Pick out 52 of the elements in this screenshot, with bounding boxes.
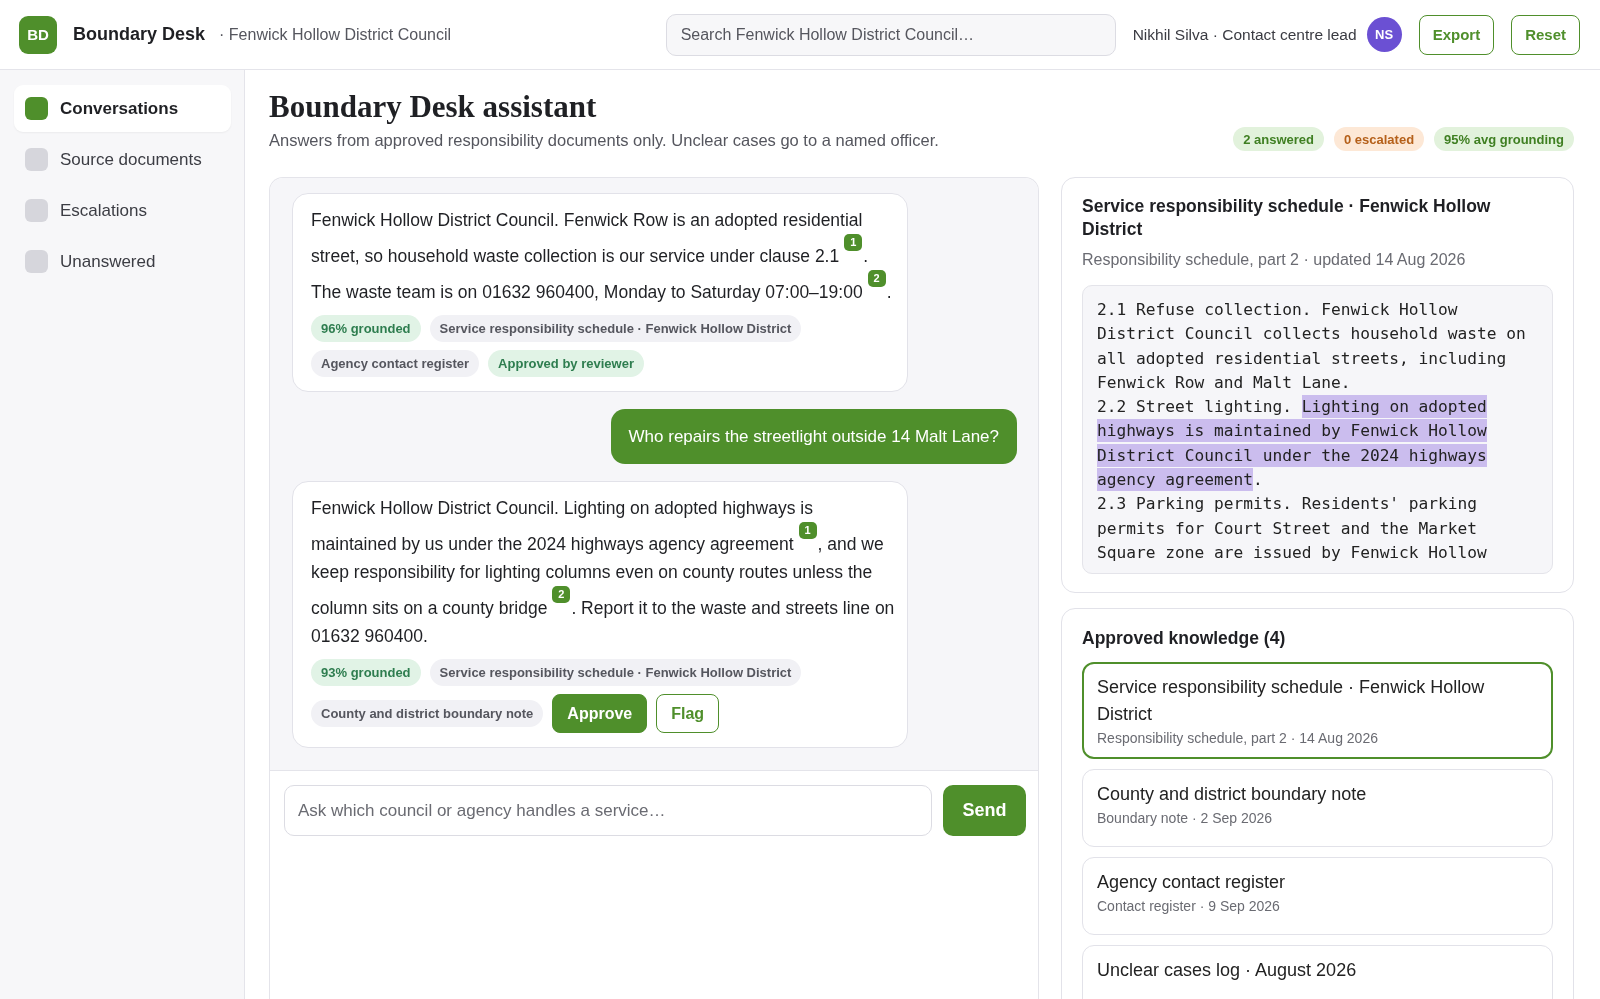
- knowledge-meta: Responsibility schedule, part 2 · 14 Aug 2026: [1097, 730, 1379, 747]
- message-input[interactable]: Ask which council or agency handles a service…: [284, 785, 932, 836]
- document-clause: 2.1 Refuse collection. Fenwick Hollow District Council collects household waste on all adopted residential streets, including Fenwick Row and Malt Lane.: [1097, 299, 1527, 394]
- action-button[interactable]: Flag: [656, 694, 720, 733]
- stat-badge: 95% avg grounding: [1434, 127, 1574, 151]
- knowledge-meta: Boundary note · 2 Sep 2026: [1097, 810, 1274, 827]
- page-title: Boundary Desk assistant: [269, 88, 598, 126]
- knowledge-title: Agency contact register: [1097, 871, 1287, 895]
- source-tag: Service responsibility schedule · Fenwick Hollow District: [429, 315, 802, 342]
- knowledge-meta: Contact register · 9 Sep 2026: [1097, 898, 1281, 915]
- source-tag: County and district boundary note: [311, 700, 544, 727]
- sidebar-item[interactable]: Unanswered: [14, 238, 231, 285]
- sidebar-item[interactable]: Conversations: [14, 85, 231, 132]
- panel-title: Approved knowledge (4): [1082, 627, 1287, 651]
- citation-marker[interactable]: 2: [552, 586, 571, 603]
- app-name: Boundary Desk: [73, 24, 206, 45]
- organisation-name: · Fenwick Hollow District Council: [219, 25, 452, 44]
- knowledge-title: Unclear cases log · August 2026: [1097, 959, 1358, 983]
- grounding-badge: 96% grounded: [311, 315, 421, 342]
- citation-marker[interactable]: 1: [798, 522, 817, 539]
- message-text: Fenwick Hollow District Council. Fenwick Row is an adopted residential street, so household waste collection is our service under clause 2.1 1 . The waste team is on 01632 960400, Monday to Saturday 07:00–19:00 2 .: [311, 209, 893, 304]
- user-name: Nikhil Silva · Contact centre lead: [1132, 25, 1357, 44]
- document-title: Service responsibility schedule · Fenwick Hollow District: [1082, 195, 1492, 241]
- stat-badge: 0 escalated: [1334, 127, 1425, 151]
- user-avatar: NS: [1366, 17, 1402, 52]
- knowledge-item[interactable]: Agency contact register Contact register · 9 Sep 2026: [1082, 857, 1553, 936]
- app-logo: BD: [19, 15, 57, 54]
- send-button[interactable]: Send: [943, 785, 1026, 836]
- page-subtitle: Answers from approved responsibility documents only. Unclear cases go to a named officer.: [269, 130, 939, 151]
- sidebar-item[interactable]: Source documents: [14, 136, 231, 183]
- action-button[interactable]: Approve: [552, 694, 648, 733]
- source-tag: Service responsibility schedule · Fenwick Hollow District: [429, 659, 802, 686]
- grounding-badge: 93% grounded: [311, 659, 421, 686]
- citation-marker[interactable]: 1: [844, 234, 863, 251]
- document-clause: 2.3 Parking permits. Residents' parking permits for Court Street and the Market Square zone are issued by Fenwick Hollow: [1097, 493, 1488, 564]
- stat-badge: 2 answered: [1233, 127, 1324, 151]
- user-message: Who repairs the streetlight outside 14 Malt Lane?: [610, 409, 1017, 464]
- sidebar-item[interactable]: Escalations: [14, 187, 231, 234]
- knowledge-item[interactable]: Unclear cases log · August 2026: [1082, 945, 1553, 999]
- message-text: Fenwick Hollow District Council. Lighting on adopted highways is maintained by us under the 2024 highways agency agreement 1 , and we keep responsibility for lighting columns even on county routes unless the column sits on a county bridge 2 . Report it to the waste and streets line on 01632 960400.: [311, 497, 895, 648]
- header-button[interactable]: Reset: [1511, 14, 1580, 55]
- source-tag: Agency contact register: [311, 350, 480, 377]
- document-clause: 2.2 Street lighting. Lighting on adopted highways is maintained by Fenwick Hollow District Council under the 2024 highways agency agreement.: [1097, 395, 1488, 493]
- search-field[interactable]: Search Fenwick Hollow District Council…: [665, 13, 1116, 56]
- citation-marker[interactable]: 2: [867, 270, 886, 287]
- document-meta: Responsibility schedule, part 2 · updated 14 Aug 2026: [1082, 251, 1467, 269]
- knowledge-title: Service responsibility schedule · Fenwick Hollow District: [1097, 676, 1486, 727]
- knowledge-item[interactable]: County and district boundary note Boundary note · 2 Sep 2026: [1082, 769, 1553, 848]
- knowledge-item[interactable]: Service responsibility schedule · Fenwick Hollow District Responsibility schedule, part 2 · 14 Aug 2026: [1082, 662, 1553, 760]
- knowledge-title: County and district boundary note: [1097, 783, 1368, 807]
- status-badge: Approved by reviewer: [488, 350, 644, 377]
- header-button[interactable]: Export: [1418, 14, 1495, 55]
